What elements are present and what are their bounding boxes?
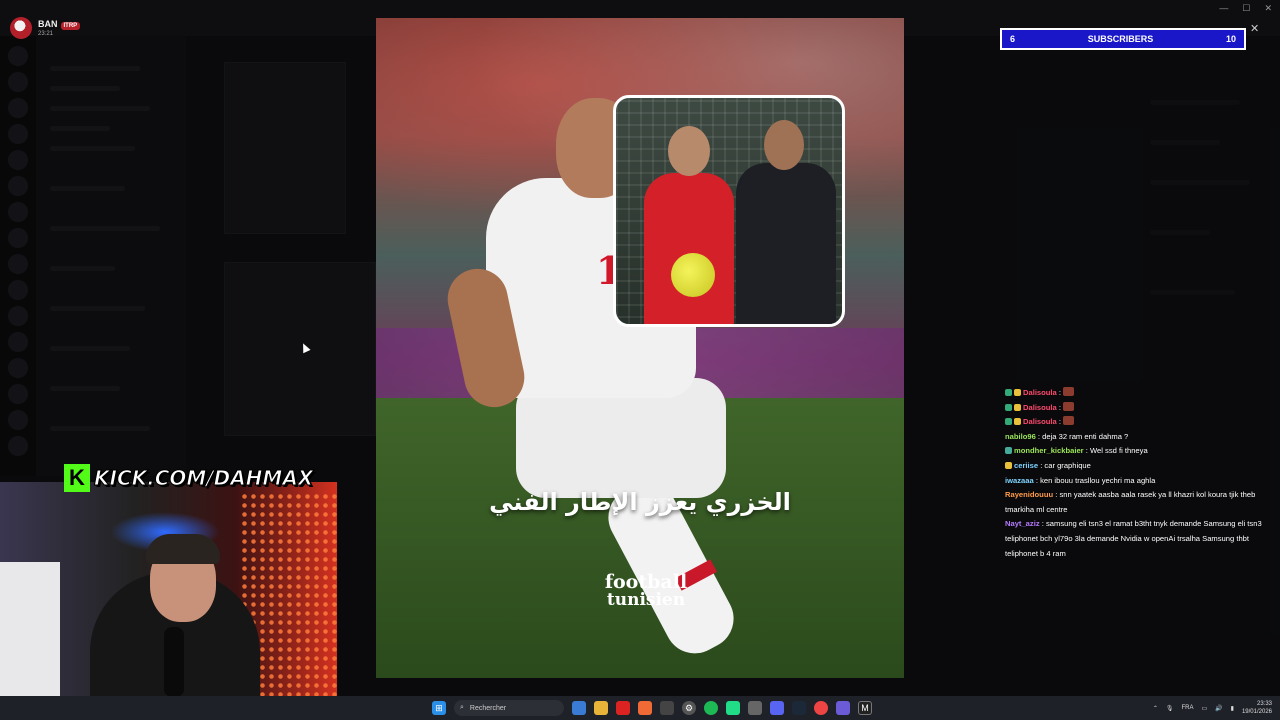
steam-icon[interactable] [792, 701, 806, 715]
badge-icon [1005, 447, 1012, 455]
webcam-feed [0, 482, 337, 720]
streamer-time: 23:21 [38, 31, 54, 37]
folder-icon[interactable] [594, 701, 608, 715]
chat-username[interactable]: mondher_kickbaier [1014, 446, 1084, 455]
kick-url: KICK.COM/DAHMAX [93, 466, 314, 491]
streamer-name: BAN [38, 19, 58, 29]
chat-message: mondher_kickbaier : Wel ssd fi thneya [1005, 444, 1265, 459]
brand-line1: football [604, 571, 688, 593]
app-gray-icon[interactable] [748, 701, 762, 715]
kick-banner: K KICK.COM/DAHMAX [64, 464, 314, 492]
window-controls: — ☐ ✕ [1219, 3, 1272, 14]
close-viewer-icon[interactable]: ✕ [1250, 22, 1259, 35]
avatar [10, 17, 32, 39]
microphone-tray-icon[interactable]: 🎙 [1166, 705, 1174, 712]
search-placeholder: Rechercher [469, 704, 507, 712]
badge-icon [1005, 403, 1012, 411]
chat-text: car graphique [1044, 460, 1091, 470]
emote-icon [1063, 416, 1075, 426]
chat-username[interactable]: nabilo96 [1005, 432, 1036, 441]
chat-username[interactable]: Dalisoula [1023, 417, 1057, 426]
volume-icon[interactable]: 🔊 [1215, 705, 1222, 712]
chat-message: nabilo96 : deja 32 ram enti dahma ? [1005, 430, 1265, 445]
chat-message: iwazaaa : ken ibouu trasllou yechri ma a… [1005, 474, 1265, 489]
chat-text: deja 32 ram enti dahma ? [1042, 431, 1129, 441]
chat-message: ceriise : car graphique [1005, 459, 1265, 474]
app-green-icon[interactable] [726, 701, 740, 715]
inset-photo [613, 95, 845, 327]
app-dark-icon[interactable] [660, 701, 674, 715]
chrome-icon[interactable] [814, 701, 828, 715]
badge-icon [1014, 389, 1021, 396]
maximize-icon[interactable]: ☐ [1242, 3, 1250, 14]
app-orange-icon[interactable] [638, 701, 652, 715]
discord-icon[interactable] [770, 701, 784, 715]
screen: — ☐ ✕ BANITRP 23:21 6 SUBSCRIBERS 10 ✕ [0, 0, 1280, 720]
emote-icon [1063, 387, 1075, 396]
app-red-icon[interactable] [616, 701, 630, 715]
app-m-icon[interactable]: M [858, 701, 872, 715]
windows-start-icon[interactable]: ⊞ [432, 701, 446, 715]
chat-username[interactable]: Rayenidouuu [1005, 490, 1053, 499]
taskbar: ⊞ ⌕ Rechercher ⚙ M ⌃ 🎙 FRA ▭ 🔊 ▮ 23:33 1… [0, 696, 1280, 720]
subscriber-goal-bar: 6 SUBSCRIBERS 10 [1000, 28, 1246, 50]
network-icon[interactable]: ▭ [1202, 705, 1208, 712]
settings-icon[interactable]: ⚙ [682, 701, 696, 715]
spotify-icon[interactable] [704, 701, 718, 715]
close-icon[interactable]: ✕ [1264, 3, 1272, 14]
battery-icon[interactable]: ▮ [1231, 705, 1234, 712]
chat-username[interactable]: iwazaaa [1005, 476, 1034, 485]
badge-icon [1014, 418, 1021, 426]
app-purple-icon[interactable] [836, 701, 850, 715]
chat-message: Rayenidouuu : snn yaatek aasba aala rase… [1005, 488, 1265, 517]
streamer-tag: BAN ITRP 23:21 [10, 17, 81, 39]
system-tray: ⌃ 🎙 FRA ▭ 🔊 ▮ 23:33 19/01/2026 [1153, 696, 1272, 720]
taskbar-search[interactable]: ⌕ Rechercher [454, 700, 564, 716]
microphone-icon [164, 627, 184, 697]
chat-username[interactable]: Nayt_aziz [1005, 519, 1040, 528]
kick-logo-icon: K [64, 464, 90, 492]
taskbar-apps: ⊞ ⌕ Rechercher ⚙ M [432, 696, 872, 720]
chat-text: ken ibouu trasllou yechri ma aghla [1040, 475, 1156, 485]
clock[interactable]: 23:33 19/01/2026 [1242, 700, 1272, 716]
badge-icon [1005, 461, 1012, 469]
chat-message: Nayt_aziz : samsung eli tsn3 el ramat b3… [1005, 517, 1265, 561]
badge-icon [1014, 403, 1021, 411]
minimize-icon[interactable]: — [1219, 3, 1228, 14]
subscriber-count: 6 [1010, 34, 1016, 44]
post-caption: الخزري يعزز الإطار الفني [489, 488, 791, 516]
chat-text: Wel ssd fi thneya [1089, 446, 1148, 456]
language-indicator[interactable]: FRA [1182, 705, 1194, 711]
subscriber-goal: 10 [1225, 34, 1236, 44]
search-icon: ⌕ [460, 704, 464, 711]
brand-logo: football tunisien [586, 571, 706, 610]
chevron-up-icon[interactable]: ⌃ [1153, 705, 1158, 712]
subscriber-label: SUBSCRIBERS [1087, 34, 1154, 44]
badge-icon [1005, 389, 1012, 396]
chat-username[interactable]: Dalisoula [1023, 403, 1057, 412]
brand-line2: tunisien [606, 590, 686, 610]
clock-time: 23:33 [1256, 701, 1272, 707]
chat-username[interactable]: ceriise [1014, 461, 1038, 470]
chat-message: Dalisoula : [1005, 386, 1265, 401]
clock-date: 19/01/2026 [1241, 709, 1272, 715]
copilot-icon[interactable] [572, 701, 586, 715]
chat-message: Dalisoula : [1005, 401, 1265, 416]
chat-overlay: Dalisoula : Dalisoula : Dalisoula : nabi… [1005, 386, 1265, 561]
chat-username[interactable]: Dalisoula [1023, 388, 1057, 397]
badge-icon [1005, 418, 1012, 426]
streamer-badge: ITRP [60, 22, 81, 30]
emote-icon [1063, 401, 1075, 411]
ball-icon [671, 253, 715, 297]
chat-message: Dalisoula : [1005, 415, 1265, 430]
image-viewer[interactable]: 10 الخزري يعزز الإطار الفني football tun… [376, 18, 904, 678]
